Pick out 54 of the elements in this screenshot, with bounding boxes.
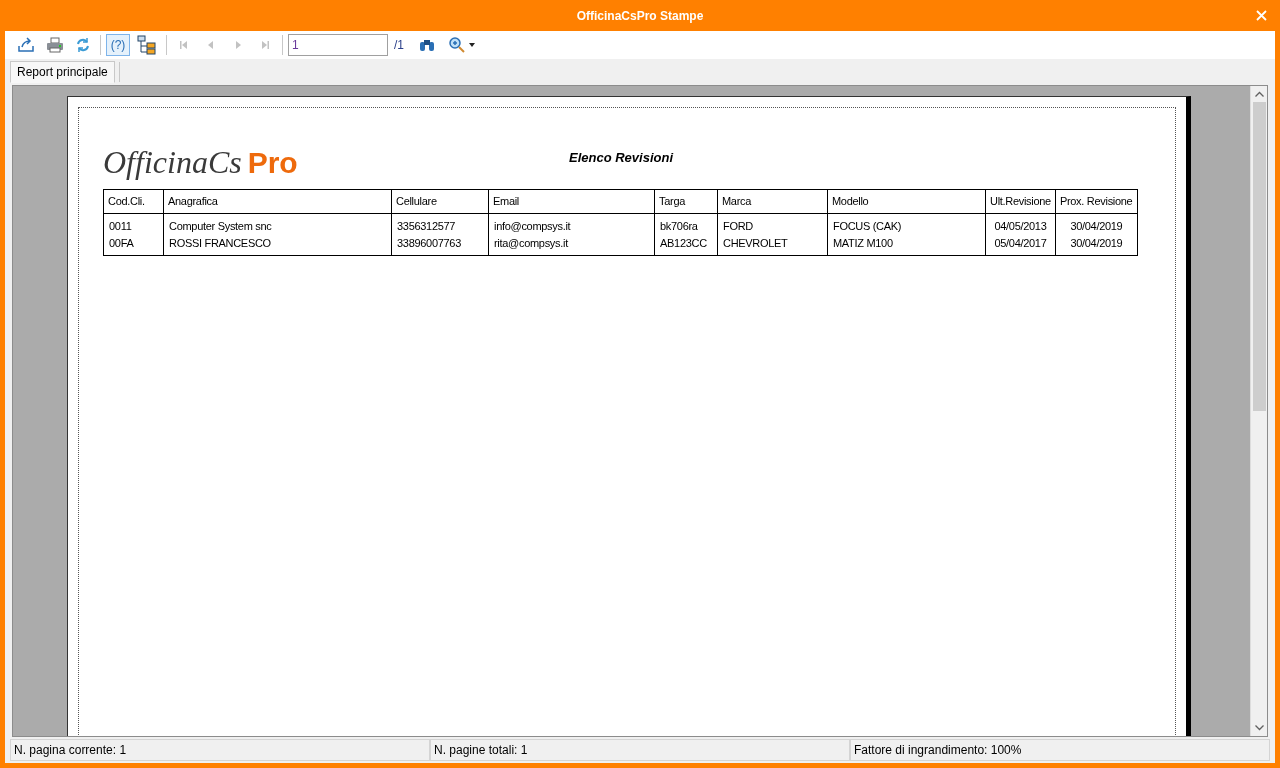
table-cell: 30/04/2019 xyxy=(1055,234,1138,256)
page-total: /1 xyxy=(394,37,404,54)
column-header: Modello xyxy=(827,189,986,214)
table-cell: 33896007763 xyxy=(391,234,489,256)
column-header: Targa xyxy=(654,189,718,214)
table-cell: AB123CC xyxy=(654,234,718,256)
table-cell: ROSSI FRANCESCO xyxy=(163,234,392,256)
help-button[interactable]: (?) xyxy=(106,34,130,56)
column-header: Anagrafica xyxy=(163,189,392,214)
zoom-in-icon xyxy=(449,37,465,53)
scroll-up-icon xyxy=(1254,91,1264,97)
table-cell: CHEVROLET xyxy=(717,234,828,256)
table-cell: bk706ra xyxy=(654,213,718,235)
printer-icon xyxy=(46,37,64,53)
report-title: Elenco Revisioni xyxy=(569,149,674,168)
caret-icon xyxy=(469,43,475,47)
vertical-scrollbar[interactable] xyxy=(1250,86,1267,736)
column-header: Cellulare xyxy=(391,189,489,214)
status-text: N. pagine totali: 1 xyxy=(430,739,850,761)
table-cell: rita@compsys.it xyxy=(488,234,655,256)
column-header: Marca xyxy=(717,189,828,214)
tree-icon xyxy=(137,35,157,55)
export-icon xyxy=(17,37,35,53)
scroll-down-icon xyxy=(1254,725,1264,731)
close-button[interactable] xyxy=(1254,8,1268,22)
next-page-icon xyxy=(234,40,242,50)
table-cell: 0011 xyxy=(103,213,164,235)
table-cell: 30/04/2019 xyxy=(1055,213,1138,235)
column-header: Email xyxy=(488,189,655,214)
column-header: Prox. Revisione xyxy=(1055,189,1138,214)
status-text: Fattore di ingrandimento: 100% xyxy=(850,739,1270,761)
report-logo: OfficinaCs Pro xyxy=(103,143,299,182)
last-page-icon xyxy=(260,40,270,50)
table-cell: 05/04/2017 xyxy=(985,234,1056,256)
report-tab[interactable]: Report principale xyxy=(10,61,115,83)
page-number-field[interactable]: 1 xyxy=(288,34,388,56)
binoculars-icon xyxy=(419,38,435,52)
table-cell: Computer System snc xyxy=(163,213,392,235)
scrollbar-thumb[interactable] xyxy=(1252,102,1266,411)
window-title: OfficinaCsPro Stampe xyxy=(576,7,704,25)
table-cell: 04/05/2013 xyxy=(985,213,1056,235)
status-text: N. pagina corrente: 1 xyxy=(10,739,430,761)
table-cell: FORD xyxy=(717,213,828,235)
close-icon xyxy=(1255,9,1267,21)
table-cell: FOCUS (CAK) xyxy=(827,213,986,235)
refresh-icon xyxy=(75,37,91,53)
table-cell: MATIZ M100 xyxy=(827,234,986,256)
table-cell: 3356312577 xyxy=(391,213,489,235)
table-cell: info@compsys.it xyxy=(488,213,655,235)
previous-page-icon xyxy=(207,40,215,50)
column-header: Cod.Cli. xyxy=(103,189,164,214)
first-page-icon xyxy=(179,40,189,50)
column-header: Ult.Revisione xyxy=(985,189,1056,214)
table-cell: 00FA xyxy=(103,234,164,256)
